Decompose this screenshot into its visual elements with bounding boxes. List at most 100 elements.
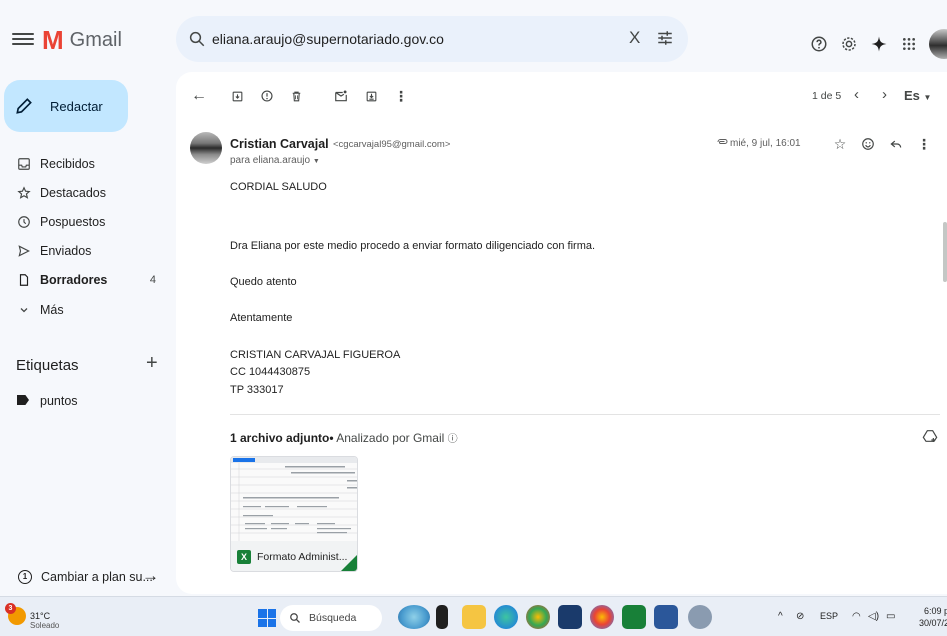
apps-grid-icon[interactable] xyxy=(898,33,920,55)
send-icon xyxy=(16,243,32,259)
message-panel: ← ⋮ 1 de 5 ‹ › Es ▼ Cristian Carvajal <c… xyxy=(176,72,947,594)
archive-icon[interactable] xyxy=(228,87,246,105)
sidebar-item-label: Destacados xyxy=(40,186,107,200)
sidebar-item-label: Recibidos xyxy=(40,157,95,171)
sidebar-item-starred[interactable]: Destacados xyxy=(0,181,168,205)
reply-icon[interactable] xyxy=(888,136,904,152)
file-explorer-icon[interactable] xyxy=(462,605,486,629)
upgrade-label: Cambiar a plan su... xyxy=(41,570,153,584)
previous-message-icon[interactable]: ‹ xyxy=(854,86,859,103)
sender-avatar[interactable] xyxy=(190,132,222,164)
sidebar-item-drafts[interactable]: Borradores 4 xyxy=(0,268,168,292)
move-to-icon[interactable] xyxy=(362,87,380,105)
attachment-footer: X Formato Administ... xyxy=(231,541,357,571)
sidebar-item-label: Más xyxy=(40,303,64,317)
gmail-m-icon: M xyxy=(42,25,64,55)
add-to-drive-icon[interactable] xyxy=(922,428,938,444)
scan-info-icon[interactable]: ⓘ xyxy=(448,434,458,445)
account-avatar[interactable] xyxy=(929,29,947,59)
sidebar-item-more[interactable]: Más xyxy=(0,298,168,322)
sidebar-item-sent[interactable]: Enviados xyxy=(0,239,168,263)
battery-icon[interactable]: ▭ xyxy=(886,611,895,622)
body-line: CC 1044430875 xyxy=(230,366,311,378)
taskbar-search[interactable]: Búsqueda xyxy=(280,605,382,631)
sender-email: <cgcarvajal95@gmail.com> xyxy=(333,139,451,150)
settings-gear-icon[interactable] xyxy=(838,33,860,55)
attachment-clip-icon xyxy=(717,139,728,144)
star-message-icon[interactable]: ☆ xyxy=(832,136,848,152)
help-icon[interactable] xyxy=(808,33,830,55)
main-menu-icon[interactable] xyxy=(12,30,34,48)
sidebar-item-inbox[interactable]: Recibidos xyxy=(0,152,168,176)
star-icon xyxy=(16,185,32,201)
app-title: Gmail xyxy=(69,28,122,51)
input-language[interactable]: ESP xyxy=(820,611,838,621)
upgrade-plan-link[interactable]: 1 Cambiar a plan su... → xyxy=(0,566,168,590)
system-clock[interactable]: 6:09 p. m. 30/07/2025 xyxy=(904,605,947,629)
task-view-icon[interactable] xyxy=(436,605,448,629)
attachments-count: 1 archivo adjunto xyxy=(230,431,330,445)
attachments-divider xyxy=(230,414,940,415)
chrome-profile-icon[interactable] xyxy=(590,605,614,629)
language-selector[interactable]: Es ▼ xyxy=(904,88,931,103)
settings-app-icon[interactable] xyxy=(688,605,712,629)
excel-app-icon[interactable] xyxy=(622,605,646,629)
search-icon[interactable] xyxy=(188,30,206,48)
gemini-sparkle-icon[interactable] xyxy=(868,33,890,55)
mark-unread-icon[interactable] xyxy=(332,87,350,105)
excel-file-icon: X xyxy=(237,550,251,564)
body-line: CORDIAL SALUDO xyxy=(230,181,327,193)
sender-name[interactable]: Cristian Carvajal xyxy=(230,137,329,151)
more-options-icon[interactable]: ⋮ xyxy=(392,87,410,105)
temperature: 31°C xyxy=(30,611,51,621)
body-line: Dra Eliana por este medio procedo a envi… xyxy=(230,240,596,252)
attachment-corner-fold xyxy=(341,555,357,571)
word-app-icon[interactable] xyxy=(654,605,678,629)
sidebar-label-puntos[interactable]: puntos xyxy=(0,389,168,413)
pagination-text: 1 de 5 xyxy=(812,90,842,102)
label-name: puntos xyxy=(40,394,78,408)
back-arrow-icon[interactable]: ← xyxy=(190,87,208,105)
chrome-browser-icon[interactable] xyxy=(526,605,550,629)
language-label: Es xyxy=(904,88,920,103)
clear-search-icon[interactable]: X xyxy=(629,28,640,48)
message-date: mié, 9 jul, 16:01 xyxy=(730,138,801,149)
attachment-filename: Formato Administ... xyxy=(257,551,348,563)
add-label-icon[interactable]: + xyxy=(146,352,158,375)
clock-icon xyxy=(16,214,32,230)
taskbar-search-icon xyxy=(290,613,300,623)
sidebar-item-snoozed[interactable]: Pospuestos xyxy=(0,210,168,234)
volume-icon[interactable]: ◁) xyxy=(868,611,879,622)
delete-icon[interactable] xyxy=(287,87,305,105)
draft-icon xyxy=(16,272,32,288)
gmail-logo[interactable]: M Gmail xyxy=(42,25,122,55)
windows-start-icon[interactable] xyxy=(258,609,276,627)
sidebar-item-label: Enviados xyxy=(40,244,92,258)
tray-chevron-icon[interactable]: ^ xyxy=(778,611,783,622)
clock-time: 6:09 p. m. xyxy=(923,606,947,616)
attachment-card[interactable]: X Formato Administ... xyxy=(230,456,358,572)
compose-label: Redactar xyxy=(50,98,103,114)
recipient-label: para eliana.araujo xyxy=(230,155,311,166)
report-spam-icon[interactable] xyxy=(258,87,276,105)
emoji-react-icon[interactable] xyxy=(860,136,876,152)
message-more-icon[interactable]: ⋮ xyxy=(916,136,932,152)
recipient-dropdown-icon: ▼ xyxy=(312,158,320,165)
labels-heading: Etiquetas xyxy=(16,357,79,374)
compose-button[interactable]: Redactar xyxy=(4,80,128,132)
next-message-icon[interactable]: › xyxy=(882,86,887,103)
message-toolbar: ← ⋮ 1 de 5 ‹ › Es ▼ xyxy=(176,72,947,120)
message-scrollbar[interactable] xyxy=(943,222,947,282)
search-input[interactable]: eliana.araujo@supernotariado.gov.co xyxy=(212,31,444,47)
scan-status: Analizado por Gmail xyxy=(336,431,445,445)
store-app-icon[interactable] xyxy=(558,605,582,629)
search-options-icon[interactable] xyxy=(656,29,674,47)
copilot-app-icon[interactable] xyxy=(398,605,430,629)
wifi-icon[interactable]: ◠ xyxy=(852,611,861,622)
upgrade-info-icon: 1 xyxy=(18,570,32,584)
body-line: CRISTIAN CARVAJAL FIGUEROA xyxy=(230,349,401,361)
recipient-details[interactable]: para eliana.araujo ▼ xyxy=(230,155,320,166)
no-sync-icon[interactable]: ⊘ xyxy=(796,611,804,622)
edge-browser-icon[interactable] xyxy=(494,605,518,629)
search-bar[interactable]: eliana.araujo@supernotariado.gov.co X xyxy=(176,16,688,62)
